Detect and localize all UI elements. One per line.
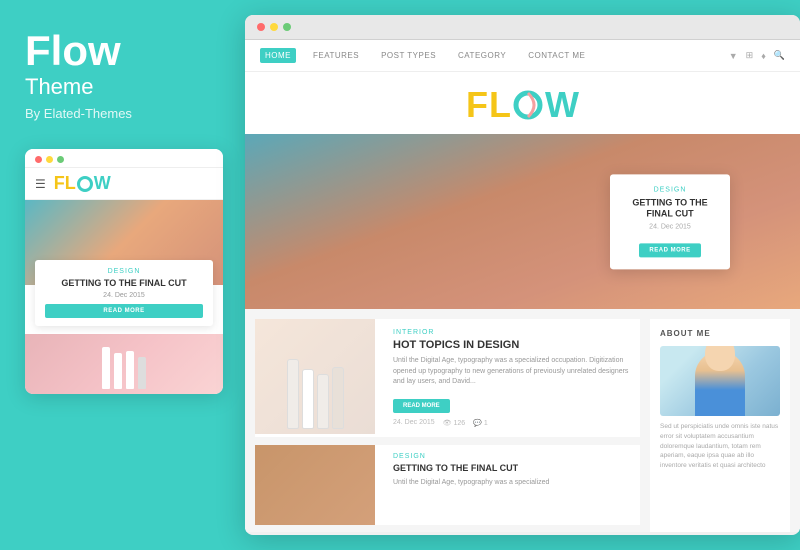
bottle-4: [332, 367, 344, 429]
nav-social-1[interactable]: ▼: [729, 51, 738, 61]
nav-category[interactable]: CATEGORY: [453, 48, 511, 63]
article-text-2: DESIGN GETTING TO THE FINAL CUT Until th…: [385, 445, 640, 525]
nav-social-3[interactable]: ♦: [761, 51, 766, 61]
site-logo-area: F L W: [245, 72, 800, 134]
article-meta-1: 24. Dec 2015 👁 126 💬 1: [393, 419, 632, 427]
mobile-dot-red: [35, 156, 42, 163]
article-title-2: GETTING TO THE FINAL CUT: [393, 463, 632, 473]
sidebar: ABOUT ME Sed ut perspiciatis unde omnis …: [650, 319, 790, 532]
mobile-card: DESIGN GETTING TO THE FINAL CUT 24. Dec …: [35, 260, 213, 326]
hero-tag: DESIGN: [625, 186, 715, 193]
mobile-preview: ☰ FL W DESIGN GETTING TO THE FINAL CUT 2…: [25, 149, 223, 394]
bottle-1: [287, 359, 299, 429]
article-card-2: DESIGN GETTING TO THE FINAL CUT Until th…: [255, 445, 640, 525]
site-nav-right: ▼ ⊞ ♦ 🔍: [729, 50, 785, 61]
logo-letter-f: F: [466, 84, 488, 126]
left-panel: Flow Theme By Elated-Themes ☰ FL W DESIG…: [0, 0, 245, 550]
mobile-dot-yellow: [46, 156, 53, 163]
browser-chrome: [245, 15, 800, 40]
mini-bottle-2: [114, 353, 122, 389]
mini-bottle-1: [102, 347, 110, 389]
article-image-2: [255, 445, 375, 525]
site-nav: HOME FEATURES POST TYPES CATEGORY CONTAC…: [245, 40, 800, 72]
article-comments-1: 💬 1: [473, 419, 488, 427]
hero-read-more-button[interactable]: READ MORE: [639, 243, 700, 257]
bottle-3: [317, 374, 329, 429]
hero-section: DESIGN GETTING TO THE FINAL CUT 24. Dec …: [245, 134, 800, 309]
browser-dot-yellow: [270, 23, 278, 31]
article-date-1: 24. Dec 2015: [393, 419, 435, 427]
browser-dot-green: [283, 23, 291, 31]
article-tag-2: DESIGN: [393, 453, 632, 460]
nav-features[interactable]: FEATURES: [308, 48, 364, 63]
content-grid: INTERIOR HOT TOPICS IN DESIGN Until the …: [245, 309, 800, 532]
right-panel: HOME FEATURES POST TYPES CATEGORY CONTAC…: [245, 15, 800, 535]
article-body-1: Until the Digital Age, typography was a …: [393, 356, 632, 388]
avatar-person: [695, 351, 745, 416]
nav-search-icon[interactable]: 🔍: [774, 50, 785, 61]
logo-o-svg: [512, 89, 544, 121]
brand-by: By Elated-Themes: [25, 106, 132, 121]
mobile-logo: FL W: [54, 173, 111, 194]
article-image-1: [255, 319, 375, 434]
article-body-2: Until the Digital Age, typography was a …: [393, 478, 632, 489]
browser-content: HOME FEATURES POST TYPES CATEGORY CONTAC…: [245, 40, 800, 532]
mobile-logo-o: [77, 176, 93, 192]
bottles-group: [287, 359, 344, 429]
about-text: Sed ut perspiciatis unde omnis iste natu…: [660, 422, 780, 471]
nav-contact[interactable]: CONTACT ME: [523, 48, 590, 63]
mini-bottle-4: [138, 357, 146, 389]
browser-dot-red: [257, 23, 265, 31]
content-left: INTERIOR HOT TOPICS IN DESIGN Until the …: [255, 319, 650, 532]
site-logo: F L W: [466, 84, 579, 126]
nav-social-2[interactable]: ⊞: [746, 50, 754, 61]
hero-date: 24. Dec 2015: [625, 223, 715, 230]
logo-letter-l: L: [489, 84, 511, 126]
article-views-1: 👁 126: [443, 419, 466, 427]
nav-post-types[interactable]: POST TYPES: [376, 48, 441, 63]
article-read-more-button-1[interactable]: READ MORE: [393, 399, 450, 413]
mobile-card-date: 24. Dec 2015: [45, 292, 203, 299]
mobile-second-image: [25, 334, 223, 394]
about-avatar: [660, 346, 780, 416]
mobile-logo-fl: FL: [54, 173, 76, 194]
mobile-card-title: GETTING TO THE FINAL CUT: [45, 278, 203, 289]
mobile-header: [25, 149, 223, 168]
brand-title: Flow: [25, 30, 121, 72]
mobile-read-more-button[interactable]: READ MORE: [45, 304, 203, 318]
mini-bottles: [102, 339, 146, 389]
hero-overlay-card: DESIGN GETTING TO THE FINAL CUT 24. Dec …: [610, 174, 730, 269]
mobile-logo-w: W: [94, 173, 111, 194]
mobile-card-tag: DESIGN: [45, 268, 203, 275]
mini-bottle-3: [126, 351, 134, 389]
article-tag-1: INTERIOR: [393, 329, 632, 336]
bottle-2: [302, 369, 314, 429]
article-title-1: HOT TOPICS IN DESIGN: [393, 339, 632, 351]
mobile-dot-green: [57, 156, 64, 163]
nav-home[interactable]: HOME: [260, 48, 296, 63]
about-label: ABOUT ME: [660, 329, 780, 338]
avatar-head: [705, 346, 735, 371]
hamburger-icon[interactable]: ☰: [35, 177, 46, 191]
hero-title: GETTING TO THE FINAL CUT: [625, 197, 715, 220]
mobile-nav-bar: ☰ FL W: [25, 168, 223, 200]
site-nav-links: HOME FEATURES POST TYPES CATEGORY CONTAC…: [260, 48, 590, 63]
article-text-1: INTERIOR HOT TOPICS IN DESIGN Until the …: [385, 319, 640, 437]
logo-letter-w: W: [545, 84, 579, 126]
mobile-dots: [35, 156, 64, 163]
brand-subtitle: Theme: [25, 74, 93, 100]
article-card-1: INTERIOR HOT TOPICS IN DESIGN Until the …: [255, 319, 640, 437]
